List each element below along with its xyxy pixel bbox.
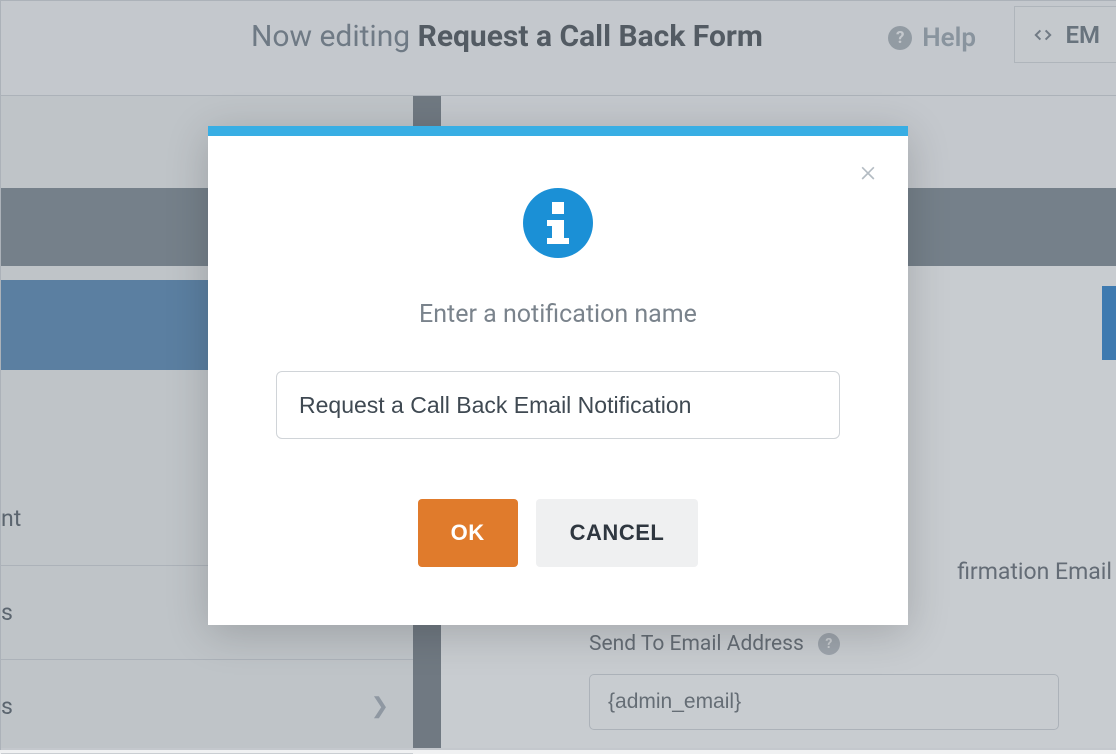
modal-overlay: Enter a notification name OK CANCEL — [0, 0, 1116, 750]
modal-actions: OK CANCEL — [276, 499, 840, 567]
ok-button[interactable]: OK — [418, 499, 518, 567]
info-icon — [523, 188, 593, 258]
cancel-button[interactable]: CANCEL — [536, 499, 699, 567]
close-button[interactable] — [856, 160, 880, 184]
notification-name-modal: Enter a notification name OK CANCEL — [208, 126, 908, 625]
modal-prompt: Enter a notification name — [276, 300, 840, 329]
notification-name-input[interactable] — [276, 371, 840, 439]
close-icon — [858, 162, 878, 182]
